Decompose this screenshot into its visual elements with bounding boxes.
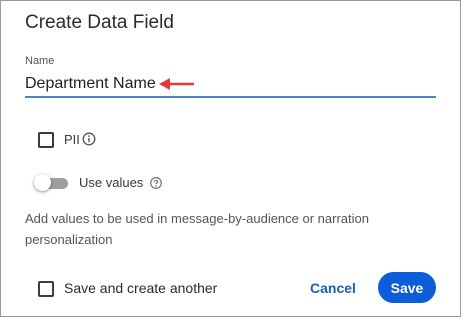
info-icon[interactable] — [82, 132, 96, 146]
toggle-knob — [34, 174, 51, 191]
save-button[interactable]: Save — [378, 272, 436, 303]
help-circle-icon[interactable] — [149, 176, 163, 190]
dialog-title: Create Data Field — [25, 12, 174, 33]
create-data-field-dialog: Create Data Field Name PII Use values Ad… — [0, 0, 461, 317]
save-and-create-another-label: Save and create another — [64, 280, 218, 296]
pii-checkbox[interactable] — [38, 132, 54, 148]
use-values-toggle[interactable] — [34, 174, 70, 192]
pii-label: PII — [64, 132, 80, 147]
use-values-help-text: Add values to be used in message-by-audi… — [25, 211, 369, 247]
use-values-label: Use values — [79, 175, 144, 190]
name-input[interactable] — [25, 71, 436, 98]
left-arrow-icon — [159, 78, 194, 90]
cancel-button[interactable]: Cancel — [301, 273, 365, 303]
save-and-create-another-checkbox[interactable] — [38, 281, 54, 297]
name-field-label: Name — [25, 55, 55, 67]
